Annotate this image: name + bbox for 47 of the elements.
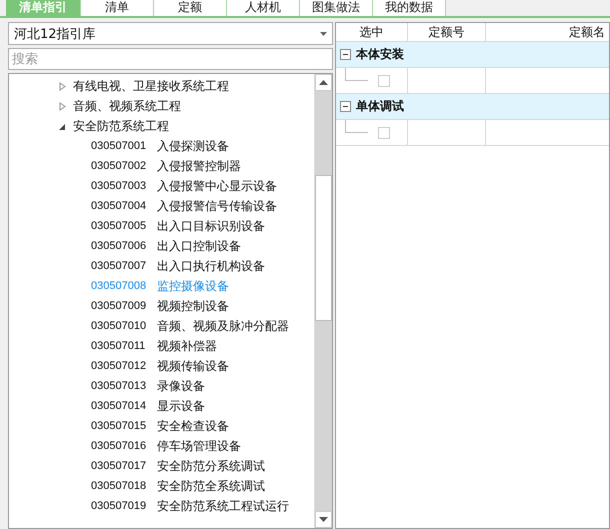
scrollbar[interactable]	[314, 74, 332, 528]
scroll-up-icon[interactable]	[319, 80, 328, 85]
tab[interactable]: 人材机	[227, 0, 300, 16]
tab[interactable]: 清单	[81, 0, 154, 16]
tree-item[interactable]: 030507014 显示设备	[9, 396, 314, 416]
column-header[interactable]: 定额号	[408, 23, 486, 41]
tree-item[interactable]: 030507011 视频补偿器	[9, 336, 314, 356]
tree-item[interactable]: 030507009 视频控制设备	[9, 296, 314, 316]
collapse-triangle-icon[interactable]	[59, 122, 66, 130]
tree-item[interactable]: 030507010 音频、视频及脉冲分配器	[9, 316, 314, 336]
caret-icon	[320, 32, 327, 36]
tree-item[interactable]: 030507002 入侵报警控制器	[9, 156, 314, 176]
collapse-icon[interactable]	[340, 49, 351, 60]
scroll-down-icon[interactable]	[319, 517, 328, 522]
tree-item[interactable]: 有线电视、卫星接收系统工程	[73, 78, 229, 94]
group-title: 单体调试	[356, 98, 404, 115]
tree-item[interactable]: 030507013 录像设备	[9, 376, 314, 396]
tree-item[interactable]: 030507018 安全防范全系统调试	[9, 476, 314, 496]
expand-triangle-icon[interactable]	[59, 82, 66, 90]
tree-line	[345, 120, 368, 133]
library-dropdown[interactable]: 河北12指引库	[8, 22, 333, 45]
tree-item[interactable]: 030507017 安全防范分系统调试	[9, 456, 314, 476]
tree-item[interactable]: 音频、视频系统工程	[73, 98, 181, 114]
tab[interactable]: 我的数据	[373, 0, 446, 16]
tree-item[interactable]: 030507008 监控摄像设备	[9, 276, 314, 296]
tree-item[interactable]: 030507007 出入口执行机构设备	[9, 256, 314, 276]
group-title: 本体安装	[356, 46, 404, 63]
tree-item[interactable]: 030507003 入侵报警中心显示设备	[9, 176, 314, 196]
column-header[interactable]: 选中	[336, 23, 408, 41]
search-field[interactable]: 搜索	[8, 48, 333, 70]
checkbox[interactable]	[378, 127, 390, 139]
column-header[interactable]: 定额名	[486, 23, 609, 41]
checkbox[interactable]	[378, 75, 390, 87]
tree-item[interactable]: 030507006 出入口控制设备	[9, 236, 314, 256]
tree-item[interactable]: 030507016 停车场管理设备	[9, 436, 314, 456]
tree-item[interactable]: 030507005 出入口目标识别设备	[9, 216, 314, 236]
expand-triangle-icon[interactable]	[59, 102, 66, 110]
tree-item[interactable]: 安全防范系统工程	[73, 118, 169, 134]
collapse-icon[interactable]	[340, 101, 351, 112]
tree-item[interactable]: 030507019 安全防范系统工程试运行	[9, 496, 314, 516]
tree-line	[345, 68, 368, 81]
tree-item[interactable]: 030507012 视频传输设备	[9, 356, 314, 376]
tree-item[interactable]: 030507004 入侵报警信号传输设备	[9, 196, 314, 216]
tab[interactable]: 定额	[154, 0, 227, 16]
tab[interactable]: 图集做法	[300, 0, 373, 16]
tree-item[interactable]: 030507001 入侵探测设备	[9, 136, 314, 156]
tree-item[interactable]: 030507015 安全检查设备	[9, 416, 314, 436]
